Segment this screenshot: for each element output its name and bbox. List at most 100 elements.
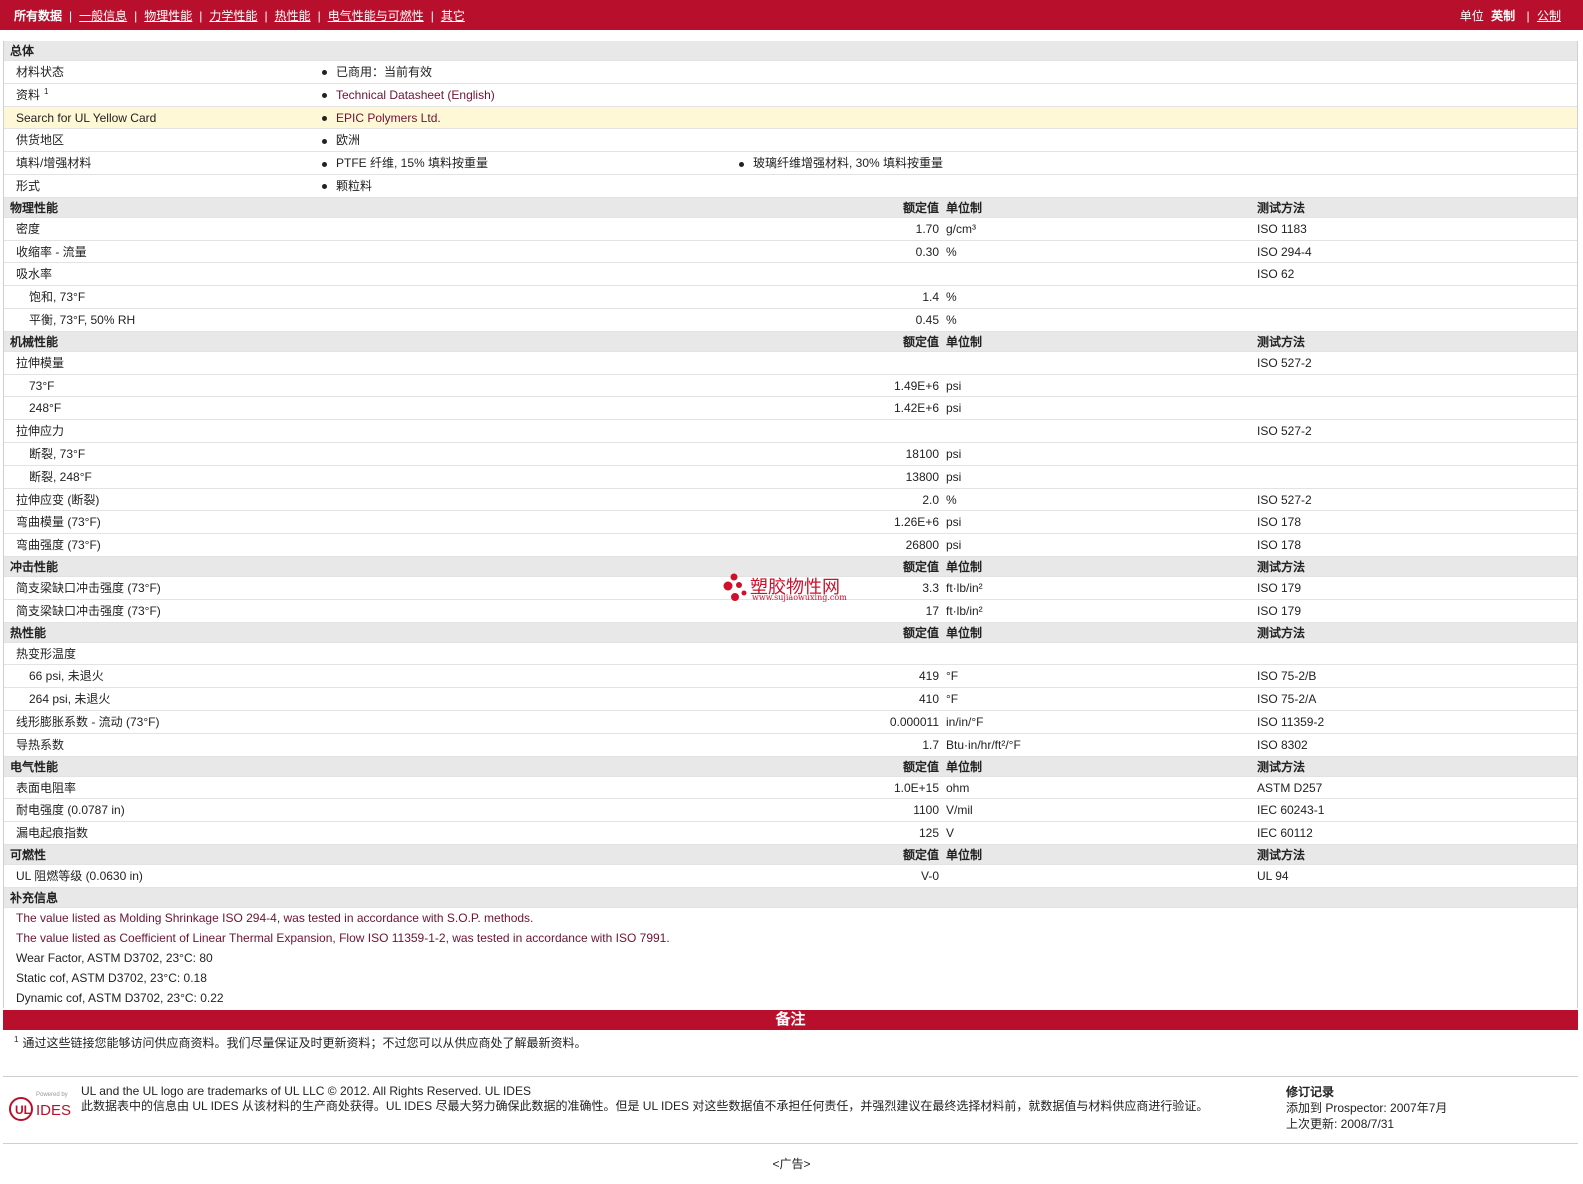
property-value: 3.3 xyxy=(922,580,939,595)
unit-label: 单位 xyxy=(1459,9,1484,23)
property-row: 248°F 1.42E+6 psi xyxy=(4,397,1577,421)
property-name: 收缩率 - 流量 xyxy=(16,244,87,259)
value-text: 欧洲 xyxy=(336,133,361,148)
property-row: 66 psi, 未退火 419 °F ISO 75-2/B xyxy=(4,665,1577,689)
property-unit: % xyxy=(946,244,957,259)
watermark-url: www.sujiaowuxing.com xyxy=(752,593,847,602)
col-header-test: 测试方法 xyxy=(1257,200,1306,215)
separator: | xyxy=(317,9,321,23)
section-title: 物理性能 xyxy=(10,200,59,215)
property-name: 密度 xyxy=(16,221,41,236)
revision-title: 修订记录 xyxy=(1286,1085,1335,1099)
section-header: 可燃性 额定值 单位制 测试方法 xyxy=(4,844,1577,865)
separator: | xyxy=(430,9,434,23)
col-header-value: 额定值 xyxy=(902,334,939,349)
property-unit: psi xyxy=(946,446,962,461)
ul-ides-logo[interactable]: UL Powered by IDES xyxy=(8,1087,78,1127)
property-unit: V xyxy=(946,826,955,841)
general-row-value[interactable]: Technical Datasheet (English) xyxy=(322,84,495,107)
label-text: 材料状态 xyxy=(16,65,65,79)
top-nav-bar: 所有数据 | 一般信息 | 物理性能 | 力学性能 | 热性能 | 电气性能与可燃性 | 其它 单位 英… xyxy=(0,0,1583,30)
property-row: 线形膨胀系数 - 流动 (73°F) 0.000011 in/in/°F ISO 11… xyxy=(4,711,1577,734)
property-value: 1100 xyxy=(913,803,939,818)
value-text: 玻璃纤维增强材料, 30% 填料按重量 xyxy=(753,156,944,171)
section-title: 电气性能 xyxy=(10,759,59,774)
property-value: 419 xyxy=(918,669,939,684)
general-row: 形式 颗粒料 xyxy=(4,175,1577,198)
footer-disclaimer-line: 此数据表中的信息由 UL IDES 从该材料的生产商处获得。UL IDES 尽最… xyxy=(81,1099,1209,1113)
property-value: V-0 xyxy=(920,868,939,883)
property-unit: % xyxy=(946,312,957,327)
property-test-method: ISO 178 xyxy=(1257,515,1302,530)
unit-metric-link[interactable]: 公制 xyxy=(1537,9,1561,23)
property-value: 0.45 xyxy=(915,312,939,327)
property-value: 1.42E+6 xyxy=(893,401,939,416)
section-title: 热性能 xyxy=(10,625,47,640)
property-row: 拉伸应变 (断裂) 2.0% ISO 527-2 xyxy=(4,489,1577,512)
tab-0[interactable]: 所有数据 xyxy=(14,9,62,23)
notes-bar: 备注 xyxy=(3,1010,1578,1030)
general-row-value: 欧洲 xyxy=(322,129,360,152)
value-text[interactable]: EPIC Polymers Ltd. xyxy=(336,111,441,125)
value-text[interactable]: Technical Datasheet (English) xyxy=(336,88,495,102)
property-unit: ft·lb/in² xyxy=(946,580,983,595)
tab-4[interactable]: 热性能 xyxy=(275,9,311,23)
property-row: 断裂, 73°F 18100 psi xyxy=(4,443,1577,466)
property-name: 简支梁缺口冲击强度 (73°F) xyxy=(16,580,161,595)
tab-5[interactable]: 电气性能与可燃性 xyxy=(328,9,424,23)
property-name: 73°F xyxy=(29,378,55,393)
supplement-line: The value listed as Molding Shrinkage IS… xyxy=(16,910,534,925)
property-row: 平衡, 73°F, 50% RH 0.45% xyxy=(4,309,1577,332)
general-row-label: Search for UL Yellow Card xyxy=(16,107,156,130)
property-value: 1.26E+6 xyxy=(893,515,939,530)
general-row: 材料状态 已商用：当前有效 xyxy=(4,61,1577,84)
general-row-label: 供货地区 xyxy=(16,129,64,152)
tab-2[interactable]: 物理性能 xyxy=(144,9,192,23)
general-row-value[interactable]: EPIC Polymers Ltd. xyxy=(322,107,441,130)
property-test-method: ISO 527-2 xyxy=(1257,355,1312,370)
property-unit: in/in/°F xyxy=(946,714,984,729)
property-name: 拉伸应变 (断裂) xyxy=(16,492,100,507)
col-header-test: 测试方法 xyxy=(1257,559,1306,574)
section-title: 总体 xyxy=(10,44,35,58)
tab-6[interactable]: 其它 xyxy=(441,9,465,23)
category-tabs: 所有数据 | 一般信息 | 物理性能 | 力学性能 | 热性能 | 电气性能与可燃性 | 其它 xyxy=(14,7,465,24)
property-row: 73°F 1.49E+6 psi xyxy=(4,375,1577,398)
tab-1[interactable]: 一般信息 xyxy=(79,9,127,23)
separator: | xyxy=(199,9,203,23)
property-value: 1.70 xyxy=(915,221,939,236)
property-test-method: ISO 75-2/A xyxy=(1257,692,1317,707)
property-test-method: ISO 75-2/B xyxy=(1257,669,1317,684)
section-title: 冲击性能 xyxy=(10,559,59,574)
property-row: 拉伸应力 ISO 527-2 xyxy=(4,420,1577,443)
value-text: PTFE 纤维, 15% 填料按重量 xyxy=(336,156,489,171)
label-text: 供货地区 xyxy=(16,133,65,148)
label-text: 资料 xyxy=(16,87,41,102)
property-name: 导热系数 xyxy=(16,737,65,752)
col-header-value: 额定值 xyxy=(902,625,939,640)
col-header-unit: 单位制 xyxy=(946,759,983,774)
property-row: 264 psi, 未退火 410 °F ISO 75-2/A xyxy=(4,688,1577,711)
general-row-label: 填料/增强材料 xyxy=(16,152,91,175)
property-row: 导热系数 1.7 Btu·in/hr/ft²/°F ISO 8302 xyxy=(4,734,1577,757)
tab-3[interactable]: 力学性能 xyxy=(209,9,257,23)
property-name: 66 psi, 未退火 xyxy=(29,669,104,684)
property-name: 饱和, 73°F xyxy=(29,290,86,305)
unit-switch: 单位 英制 | 公制 xyxy=(1460,7,1561,24)
property-name: 264 psi, 未退火 xyxy=(29,692,111,707)
section-header: 热性能 额定值 单位制 测试方法 xyxy=(4,622,1577,643)
col-header-test: 测试方法 xyxy=(1257,625,1306,640)
col-header-test: 测试方法 xyxy=(1257,334,1306,349)
col-header-test: 测试方法 xyxy=(1257,847,1306,862)
property-row: 饱和, 73°F 1.4% xyxy=(4,286,1577,309)
section-header: 电气性能 额定值 单位制 测试方法 xyxy=(4,756,1577,777)
property-row: UL 阻燃等级 (0.0630 in) V-0 UL 94 xyxy=(4,865,1577,888)
property-test-method: ISO 8302 xyxy=(1257,737,1308,752)
property-unit: g/cm³ xyxy=(946,221,976,236)
col-header-value: 额定值 xyxy=(902,559,939,574)
revision-added: 添加到 Prospector: 2007年7月 xyxy=(1286,1101,1448,1115)
watermark: 塑胶物性网 www.sujiaowuxing.com xyxy=(722,573,852,607)
property-value: 0.30 xyxy=(915,244,939,259)
property-name: 表面电阻率 xyxy=(16,780,77,795)
section-title: 可燃性 xyxy=(10,847,47,862)
